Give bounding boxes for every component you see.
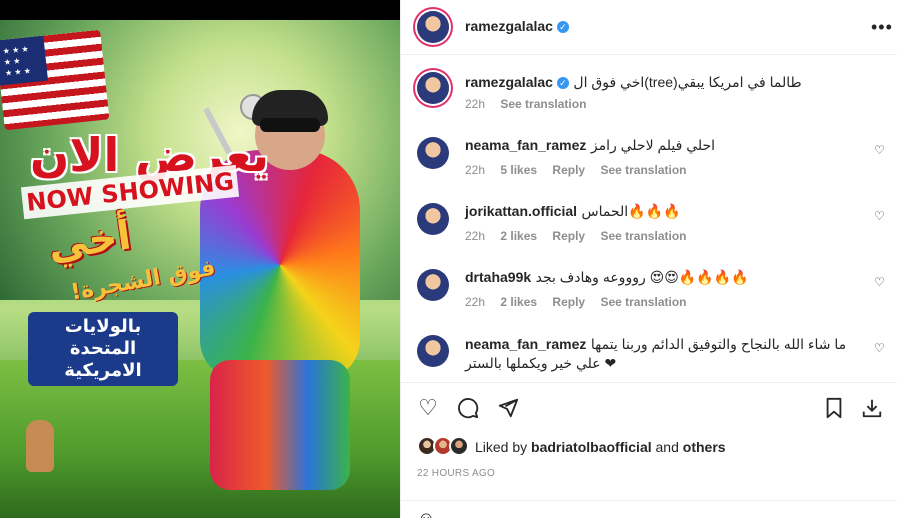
reply-button[interactable]: Reply [552,163,585,177]
liker-avatar[interactable] [449,436,469,456]
comment-like-icon[interactable]: ♡ [874,341,885,355]
commenter-avatar[interactable] [417,203,449,235]
commenter-username[interactable]: neama_fan_ramez [465,137,586,153]
bookmark-icon[interactable] [821,395,847,421]
comment-row: jorikattan.official الحماس🔥🔥🔥 22h 2 like… [401,199,897,251]
comment-meta: 22h 2 likes Reply See translation [465,295,698,309]
heart-icon[interactable]: ♡ [415,395,441,421]
liked-by-user[interactable]: badriatolbaofficial [531,439,652,455]
comment-text: احلي فيلم لاحلي رامز [590,137,716,153]
image-top-bar [0,0,400,20]
comment-likes[interactable]: 5 likes [500,163,537,177]
commenter-username[interactable]: neama_fan_ramez [465,336,586,352]
caption-username[interactable]: ramezgalalac [465,74,553,90]
commenter-avatar[interactable] [417,335,449,367]
likes-row: Liked by badriatolbaofficial and others [417,434,887,460]
commenter-avatar[interactable] [417,269,449,301]
comment-like-icon[interactable]: ♡ [874,209,885,223]
comment-likes[interactable]: 2 likes [500,295,537,309]
send-icon[interactable] [495,395,521,421]
liked-by-others[interactable]: others [683,439,726,455]
comment-time[interactable]: 22h [465,229,485,243]
author-avatar[interactable] [417,11,449,43]
caption-meta: 22h See translation [465,97,598,111]
liked-by-and: and [655,439,679,455]
liked-by-prefix: Liked by [475,439,528,455]
verified-badge-icon: ✓ [556,21,569,34]
caption-see-translation[interactable]: See translation [500,97,586,111]
liked-by-text: Liked by badriatolbaofficial and others [475,439,726,455]
see-translation-button[interactable]: See translation [600,163,686,177]
comment-meta: 22h 5 likes Reply See translation [465,163,698,177]
commenter-username[interactable]: jorikattan.official [465,203,577,219]
more-options-icon[interactable]: ••• [871,17,893,38]
post-image[interactable]: يعرض الان NOW SHOWING أخي فوق الشجرة! با… [0,0,400,518]
comment-text: الحماس🔥🔥🔥 [581,203,681,219]
see-translation-button[interactable]: See translation [600,229,686,243]
download-icon[interactable] [859,395,885,421]
comment-text: روووعه وهادف بجد 😍😍🔥🔥🔥🔥 [535,269,749,285]
comment-time[interactable]: 22h [465,163,485,177]
action-bar: ♡ [401,382,897,434]
author-username[interactable]: ramezgalalac [465,18,553,34]
comment-row: drtaha99k روووعه وهادف بجد 😍😍🔥🔥🔥🔥 22h 2 … [401,265,897,317]
comment-like-icon[interactable]: ♡ [874,143,885,157]
comment-icon[interactable] [455,395,481,421]
post-timestamp[interactable]: 22 HOURS AGO [417,468,495,479]
poster-location: بالولايات المتحدة الامريكية [28,312,178,386]
divider [401,500,897,501]
caption-row: ramezgalalac ✓ اخي فوق ال(tree)طالما في ا… [401,66,897,116]
reply-button[interactable]: Reply [552,229,585,243]
comment-row: neama_fan_ramez ما شاء الله بالنجاح والت… [401,331,897,379]
commenter-username[interactable]: drtaha99k [465,269,531,285]
reply-button[interactable]: Reply [552,295,585,309]
comment-like-icon[interactable]: ♡ [874,275,885,289]
post-side-panel: ramezgalalac ✓ ••• ramezgalalac ✓ اخي فوق … [400,0,897,518]
post-header: ramezgalalac ✓ ••• [401,0,897,55]
caption-avatar[interactable] [417,72,449,104]
commenter-avatar[interactable] [417,137,449,169]
comment-meta: 22h 2 likes Reply See translation [465,229,698,243]
usa-flag-graphic [0,29,110,131]
caption-time[interactable]: 22h [465,97,485,111]
author-username-row[interactable]: ramezgalalac ✓ [465,18,569,34]
caption-text: اخي فوق ال(tree)طالما في امريكا يبقي [573,74,802,90]
comment-time[interactable]: 22h [465,295,485,309]
emoji-icon[interactable]: ☺ [417,508,435,518]
verified-badge-icon: ✓ [556,76,569,89]
cat-figure [26,420,54,472]
comment-likes[interactable]: 2 likes [500,229,537,243]
see-translation-button[interactable]: See translation [600,295,686,309]
comment-row: neama_fan_ramez احلي فيلم لاحلي رامز 22h… [401,133,897,185]
